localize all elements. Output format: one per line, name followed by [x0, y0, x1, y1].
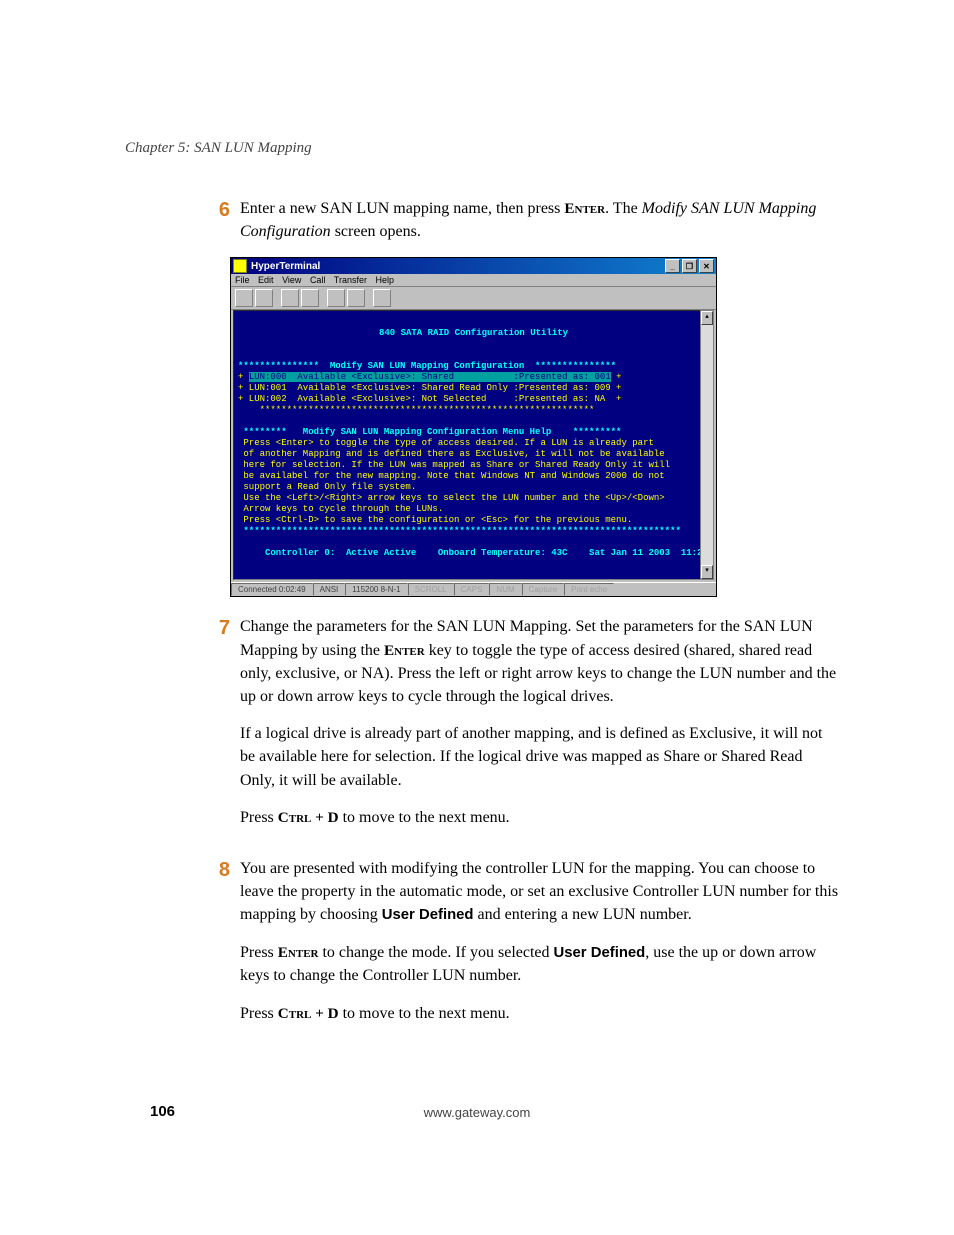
term-lun000-selected[interactable]: LUN:000 Available <Exclusive>: Shared :P… [249, 372, 611, 382]
step6-text-b: . The [605, 200, 642, 217]
ctrl-d-key: Ctrl + D [278, 1005, 339, 1022]
menu-view[interactable]: View [282, 275, 301, 285]
term-help7: Arrow keys to cycle through the LUNs. [238, 504, 709, 515]
step-7: 7 Change the parameters for the SAN LUN … [200, 615, 839, 843]
step-6: 6 Enter a new SAN LUN mapping name, then… [200, 197, 839, 243]
terminal-screen[interactable]: 840 SATA RAID Configuration Utility ****… [233, 310, 714, 580]
step6-text-c: screen opens. [331, 223, 421, 240]
term-lun001: + LUN:001 Available <Exclusive>: Shared … [238, 383, 709, 394]
menu-file[interactable]: File [235, 275, 250, 285]
status-baud: 115200 8-N-1 [345, 583, 407, 596]
s8p2b: to change the mode. If you selected [318, 944, 553, 961]
hyperterminal-window: HyperTerminal _ ❐ ✕ File Edit View Call … [230, 257, 717, 597]
term-help-header: ******** Modify SAN LUN Mapping Configur… [238, 427, 709, 438]
term-lun002: + LUN:002 Available <Exclusive>: Not Sel… [238, 394, 709, 405]
s7p3a: Press [240, 809, 278, 826]
term-help1: Press <Enter> to toggle the type of acce… [238, 438, 709, 449]
term-controller-status: Controller 0: Active Active Onboard Temp… [238, 548, 709, 559]
chapter-header: Chapter 5: SAN LUN Mapping [125, 140, 839, 157]
enter-key: Enter [278, 944, 319, 961]
toolbar-properties-icon[interactable] [373, 289, 391, 307]
step6-text-a: Enter a new SAN LUN mapping name, then p… [240, 200, 564, 217]
ht-title-text: HyperTerminal [251, 261, 663, 272]
status-emulation: ANSI [313, 583, 346, 596]
toolbar-send-icon[interactable] [327, 289, 345, 307]
toolbar-new-icon[interactable] [235, 289, 253, 307]
scroll-track[interactable] [701, 325, 713, 565]
scroll-down-icon[interactable]: ▾ [701, 565, 713, 579]
status-connected: Connected 0:02:49 [231, 583, 313, 596]
term-row0-b: + [611, 372, 622, 382]
maximize-button[interactable]: ❐ [682, 259, 697, 273]
step-6-body: Enter a new SAN LUN mapping name, then p… [240, 197, 839, 243]
term-title: 840 SATA RAID Configuration Utility [238, 328, 709, 339]
status-caps: CAPS [454, 583, 490, 596]
menu-help[interactable]: Help [376, 275, 395, 285]
toolbar-hangup-icon[interactable] [301, 289, 319, 307]
ctrl-d-key: Ctrl + D [278, 809, 339, 826]
status-capture: Capture [522, 583, 564, 596]
status-num: NUM [489, 583, 521, 596]
enter-key: Enter [564, 200, 605, 217]
scroll-up-icon[interactable]: ▴ [701, 311, 713, 325]
s8p2a: Press [240, 944, 278, 961]
status-printecho: Print echo [564, 583, 614, 596]
ht-app-icon [233, 259, 247, 273]
status-scroll: SCROLL [408, 583, 454, 596]
step-8: 8 You are presented with modifying the c… [200, 857, 839, 1039]
menu-call[interactable]: Call [310, 275, 326, 285]
step-number-7: 7 [200, 615, 240, 843]
term-header: *************** Modify SAN LUN Mapping C… [238, 361, 709, 372]
ht-menubar: File Edit View Call Transfer Help [231, 274, 716, 287]
term-row3: ****************************************… [238, 405, 709, 416]
user-defined-label: User Defined [554, 945, 646, 961]
term-help2: of another Mapping and is defined there … [238, 449, 709, 460]
s7p2: If a logical drive is already part of an… [240, 722, 839, 792]
term-row0-a: + [238, 372, 249, 382]
step-8-body: You are presented with modifying the con… [240, 857, 839, 1039]
menu-edit[interactable]: Edit [258, 275, 274, 285]
toolbar-call-icon[interactable] [281, 289, 299, 307]
term-help8: Press <Ctrl-D> to save the configuration… [238, 515, 709, 526]
term-help4: be availabel for the new mapping. Note t… [238, 471, 709, 482]
user-defined-label: User Defined [382, 907, 474, 923]
footer-url: www.gateway.com [0, 1105, 954, 1120]
term-help6: Use the <Left>/<Right> arrow keys to sel… [238, 493, 709, 504]
enter-key: Enter [384, 642, 425, 659]
close-button[interactable]: ✕ [699, 259, 714, 273]
s8p3b: to move to the next menu. [339, 1005, 510, 1022]
step-7-body: Change the parameters for the SAN LUN Ma… [240, 615, 839, 843]
ht-toolbar [231, 287, 716, 310]
step-number-6: 6 [200, 197, 240, 243]
toolbar-receive-icon[interactable] [347, 289, 365, 307]
ht-statusbar: Connected 0:02:49 ANSI 115200 8-N-1 SCRO… [231, 582, 716, 596]
terminal-scrollbar[interactable]: ▴ ▾ [700, 310, 714, 580]
term-help9: ****************************************… [238, 526, 709, 537]
minimize-button[interactable]: _ [665, 259, 680, 273]
step-number-8: 8 [200, 857, 240, 1039]
s7p3b: to move to the next menu. [339, 809, 510, 826]
s8p3a: Press [240, 1005, 278, 1022]
ht-titlebar: HyperTerminal _ ❐ ✕ [231, 258, 716, 274]
toolbar-open-icon[interactable] [255, 289, 273, 307]
term-help3: here for selection. If the LUN was mappe… [238, 460, 709, 471]
term-help5: support a Read Only file system. [238, 482, 709, 493]
menu-transfer[interactable]: Transfer [334, 275, 367, 285]
s8p1b: and entering a new LUN number. [474, 906, 692, 923]
